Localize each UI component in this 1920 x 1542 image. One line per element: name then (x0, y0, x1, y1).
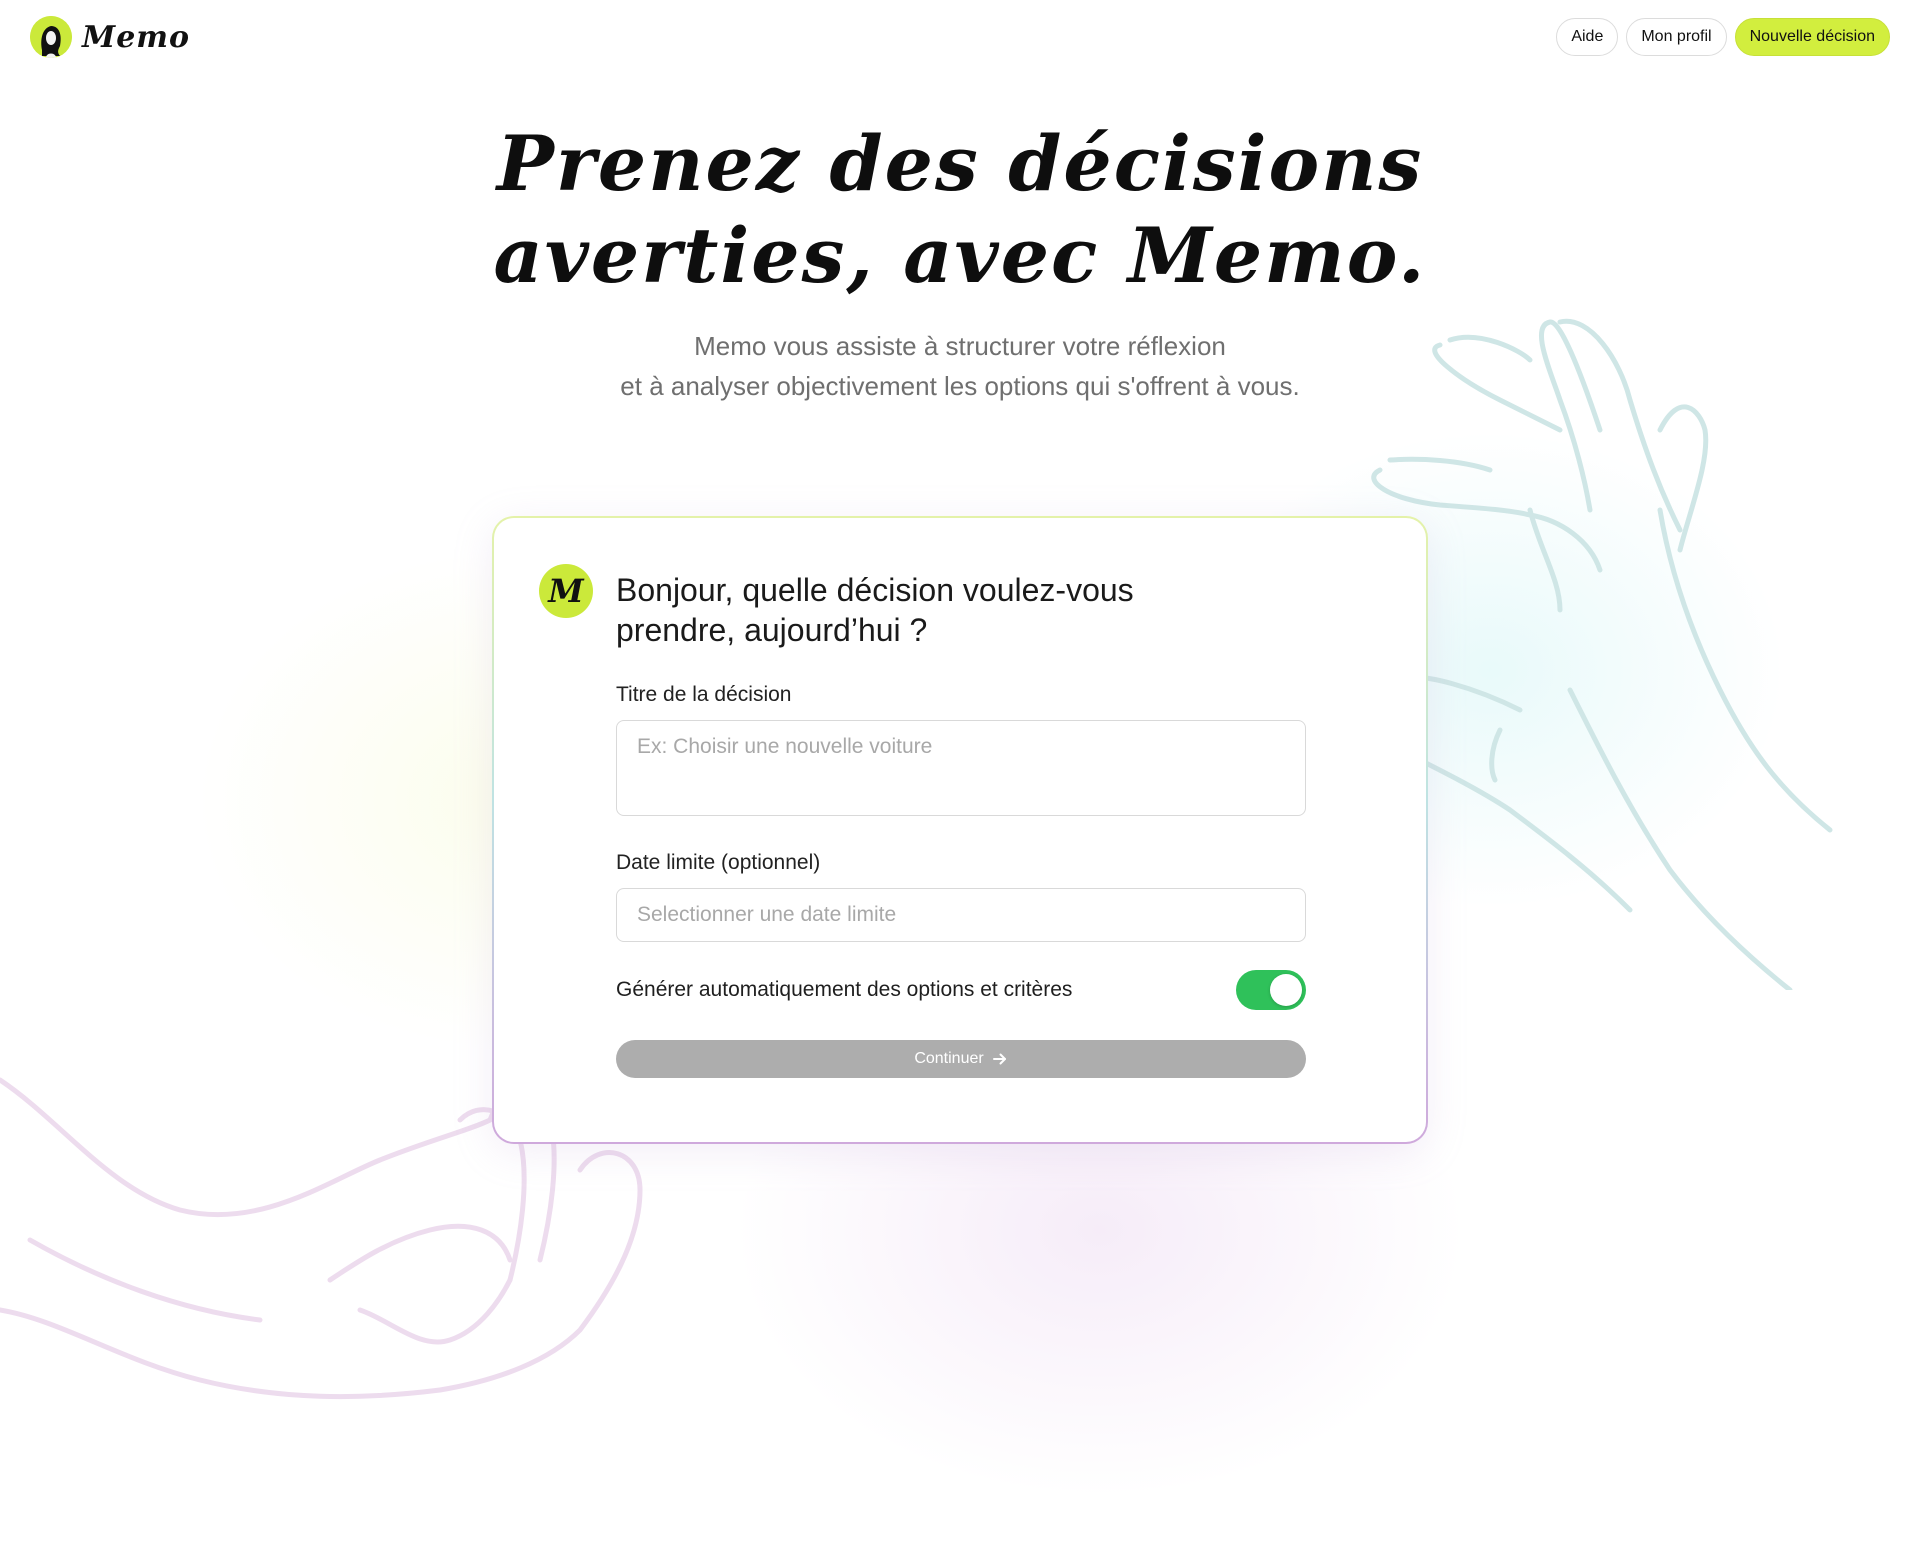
hero-title: Prenez des décisions averties, avec Memo… (0, 118, 1920, 302)
help-button[interactable]: Aide (1556, 18, 1619, 56)
continue-label: Continuer (914, 1050, 984, 1067)
decision-card: M Bonjour, quelle décision voulez-vous p… (492, 516, 1428, 1144)
brand-name: Memo (82, 19, 191, 55)
memo-avatar-icon: M (539, 564, 593, 618)
toggle-knob (1270, 974, 1302, 1006)
new-decision-button[interactable]: Nouvelle décision (1734, 18, 1890, 56)
hero-subtitle-line-2: et à analyser objectivement les options … (620, 371, 1300, 401)
continue-button[interactable]: Continuer (616, 1040, 1306, 1078)
decision-title-label: Titre de la décision (616, 683, 792, 706)
memo-avatar-letter: M (548, 572, 584, 610)
decision-title-input[interactable] (616, 720, 1306, 816)
decision-card-body: M Bonjour, quelle décision voulez-vous p… (494, 518, 1426, 1142)
page: Memo Aide Mon profil Nouvelle décision P… (0, 0, 1920, 1542)
greeting-question-line-2: prendre, aujourd’hui ? (616, 612, 928, 648)
header: Memo Aide Mon profil Nouvelle décision (0, 0, 1920, 74)
profile-button[interactable]: Mon profil (1626, 18, 1727, 56)
greeting-question: Bonjour, quelle décision voulez-vous pre… (616, 570, 1236, 650)
hand-illustration-top (1365, 318, 1833, 990)
auto-generate-label: Générer automatiquement des options et c… (616, 978, 1073, 1001)
greeting-question-line-1: Bonjour, quelle décision voulez-vous (616, 572, 1134, 608)
hero-subtitle-line-1: Memo vous assiste à structurer votre réf… (694, 331, 1226, 361)
hero-subtitle: Memo vous assiste à structurer votre réf… (0, 326, 1920, 406)
arrow-right-icon (992, 1053, 1006, 1065)
brand[interactable]: Memo (30, 16, 190, 58)
hero-title-line-2: averties, avec Memo. (493, 211, 1427, 300)
auto-generate-toggle[interactable] (1236, 970, 1306, 1010)
top-nav: Aide Mon profil Nouvelle décision (1556, 18, 1890, 56)
deadline-input[interactable] (616, 888, 1306, 942)
logo-icon (30, 16, 72, 58)
deadline-label: Date limite (optionnel) (616, 851, 821, 874)
hero-title-line-1: Prenez des décisions (496, 119, 1424, 208)
